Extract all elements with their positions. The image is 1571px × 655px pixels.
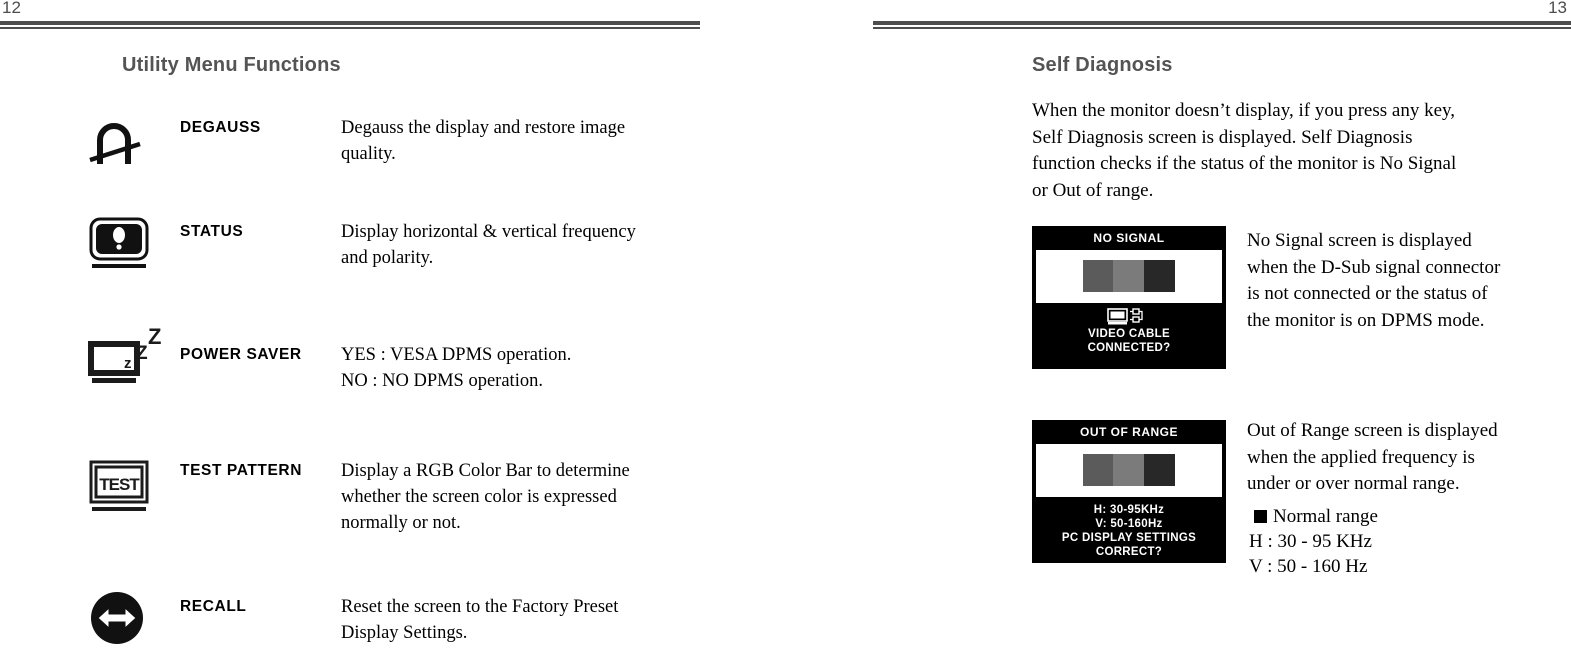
function-description-test-pattern: Display a RGB Color Bar to determine whe… xyxy=(341,458,701,536)
osd-screen-out-of-range: OUT OF RANGE H: 30-95KHz V: 50-160Hz PC … xyxy=(1032,420,1226,563)
osd-footer-line: CORRECT? xyxy=(1095,546,1163,558)
desc-line: normally or not. xyxy=(341,513,461,533)
osd-title: NO SIGNAL xyxy=(1093,231,1165,245)
normal-range-v: V : 50 - 160 Hz xyxy=(1249,556,1368,577)
video-cable-icon xyxy=(1107,308,1143,325)
desc-line: and polarity. xyxy=(341,248,434,268)
intro-line: function checks if the status of the mon… xyxy=(1032,153,1457,174)
osd-bar-1 xyxy=(1083,260,1114,292)
header-rule-left xyxy=(0,21,700,29)
page-number-right: 13 xyxy=(1548,0,1567,17)
right-page: 13 Self Diagnosis When the monitor doesn… xyxy=(873,0,1571,646)
header-rule-thick xyxy=(0,21,700,25)
osd-bar-3 xyxy=(1143,260,1175,292)
osd-footer-line: CONNECTED? xyxy=(1087,342,1171,354)
function-label-degauss: DEGAUSS xyxy=(180,119,261,136)
function-label-recall: RECALL xyxy=(180,598,247,615)
intro-line: Self Diagnosis screen is displayed. Self… xyxy=(1032,126,1413,148)
desc-line: when the D-Sub signal connector xyxy=(1247,256,1501,278)
desc-line: is not connected or the status of xyxy=(1247,283,1488,304)
osd-bar-2 xyxy=(1113,260,1144,292)
desc-line: the monitor is on DPMS mode. xyxy=(1247,309,1485,331)
normal-range-block: Normal range H : 30 - 95 KHz V : 50 - 16… xyxy=(1249,504,1378,579)
desc-line: whether the screen color is expressed xyxy=(341,487,617,507)
function-description-degauss: Degauss the display and restore image qu… xyxy=(341,115,701,167)
normal-range-legend: Normal range xyxy=(1254,504,1378,529)
desc-line: when the applied frequency is xyxy=(1247,446,1475,468)
intro-line: When the monitor doesn’t display, if you… xyxy=(1032,100,1456,121)
header-rule-thin xyxy=(0,27,700,29)
header-rule-right xyxy=(873,21,1571,29)
osd-bar-1 xyxy=(1083,454,1114,486)
osd-gray-bars xyxy=(1083,260,1175,292)
function-label-test-pattern: TEST PATTERN xyxy=(180,462,303,479)
header-rule-thin xyxy=(873,27,1571,29)
page-number-left: 12 xyxy=(2,0,21,17)
out-of-range-description: Out of Range screen is displayed when th… xyxy=(1247,418,1498,498)
osd-bar-3 xyxy=(1143,454,1175,486)
svg-text:z: z xyxy=(124,355,132,372)
page-title-utility-menu: Utility Menu Functions xyxy=(122,54,341,76)
intro-line: or Out of range. xyxy=(1032,179,1154,201)
osd-footer: VIDEO CABLE CONNECTED? xyxy=(1032,308,1226,355)
page-title-self-diagnosis: Self Diagnosis xyxy=(1032,54,1173,76)
recall-icon xyxy=(88,590,154,650)
desc-line: quality. xyxy=(341,144,396,164)
osd-white-field xyxy=(1036,250,1222,303)
osd-footer-line: V: 50-160Hz xyxy=(1095,518,1163,530)
svg-text:Z: Z xyxy=(148,324,161,349)
osd-bar-2 xyxy=(1113,454,1144,486)
osd-footer-line: VIDEO CABLE xyxy=(1088,328,1170,340)
degauss-icon xyxy=(88,112,154,172)
osd-title: OUT OF RANGE xyxy=(1080,425,1178,439)
osd-footer-line: H: 30-95KHz xyxy=(1093,504,1165,516)
osd-footer-line: PC DISPLAY SETTINGS xyxy=(1061,532,1197,544)
osd-white-field xyxy=(1036,444,1222,497)
desc-line: Display Settings. xyxy=(341,623,468,643)
normal-range-swatch xyxy=(1254,510,1267,523)
desc-line: NO : NO DPMS operation. xyxy=(341,371,543,391)
function-description-recall: Reset the screen to the Factory Preset D… xyxy=(341,594,701,646)
svg-text:TEST: TEST xyxy=(99,475,140,494)
function-description-power-saver: YES : VESA DPMS operation. NO : NO DPMS … xyxy=(341,342,701,394)
no-signal-description: No Signal screen is displayed when the D… xyxy=(1247,228,1500,334)
test-pattern-icon: TEST xyxy=(88,458,154,518)
self-diagnosis-intro: When the monitor doesn’t display, if you… xyxy=(1032,98,1456,204)
desc-line: No Signal screen is displayed xyxy=(1247,230,1472,251)
desc-line: Degauss the display and restore image xyxy=(341,118,626,138)
svg-text:Z: Z xyxy=(136,343,148,364)
normal-range-h: H : 30 - 95 KHz xyxy=(1249,531,1372,552)
header-rule-thick xyxy=(873,21,1571,25)
osd-gray-bars xyxy=(1083,454,1175,486)
desc-line: Display horizontal & vertical frequency xyxy=(341,222,636,242)
desc-line: Reset the screen to the Factory Preset xyxy=(341,597,619,617)
desc-line: Out of Range screen is displayed xyxy=(1247,420,1498,441)
status-monitor-icon xyxy=(88,216,154,276)
left-page: 12 Utility Menu Functions DEGAUSS Degaus… xyxy=(0,0,700,646)
normal-range-label: Normal range xyxy=(1273,506,1378,527)
function-label-status: STATUS xyxy=(180,223,244,240)
function-description-status: Display horizontal & vertical frequency … xyxy=(341,219,701,271)
desc-line: Display a RGB Color Bar to determine xyxy=(341,461,630,481)
power-saver-icon: z Z Z xyxy=(88,322,168,383)
desc-line: under or over normal range. xyxy=(1247,473,1460,494)
osd-screen-no-signal: NO SIGNAL VIDEO CABLE CONNECTED? xyxy=(1032,226,1226,369)
osd-footer: H: 30-95KHz V: 50-160Hz PC DISPLAY SETTI… xyxy=(1032,503,1226,559)
desc-line: YES : VESA DPMS operation. xyxy=(341,345,572,365)
function-label-power-saver: POWER SAVER xyxy=(180,346,302,363)
